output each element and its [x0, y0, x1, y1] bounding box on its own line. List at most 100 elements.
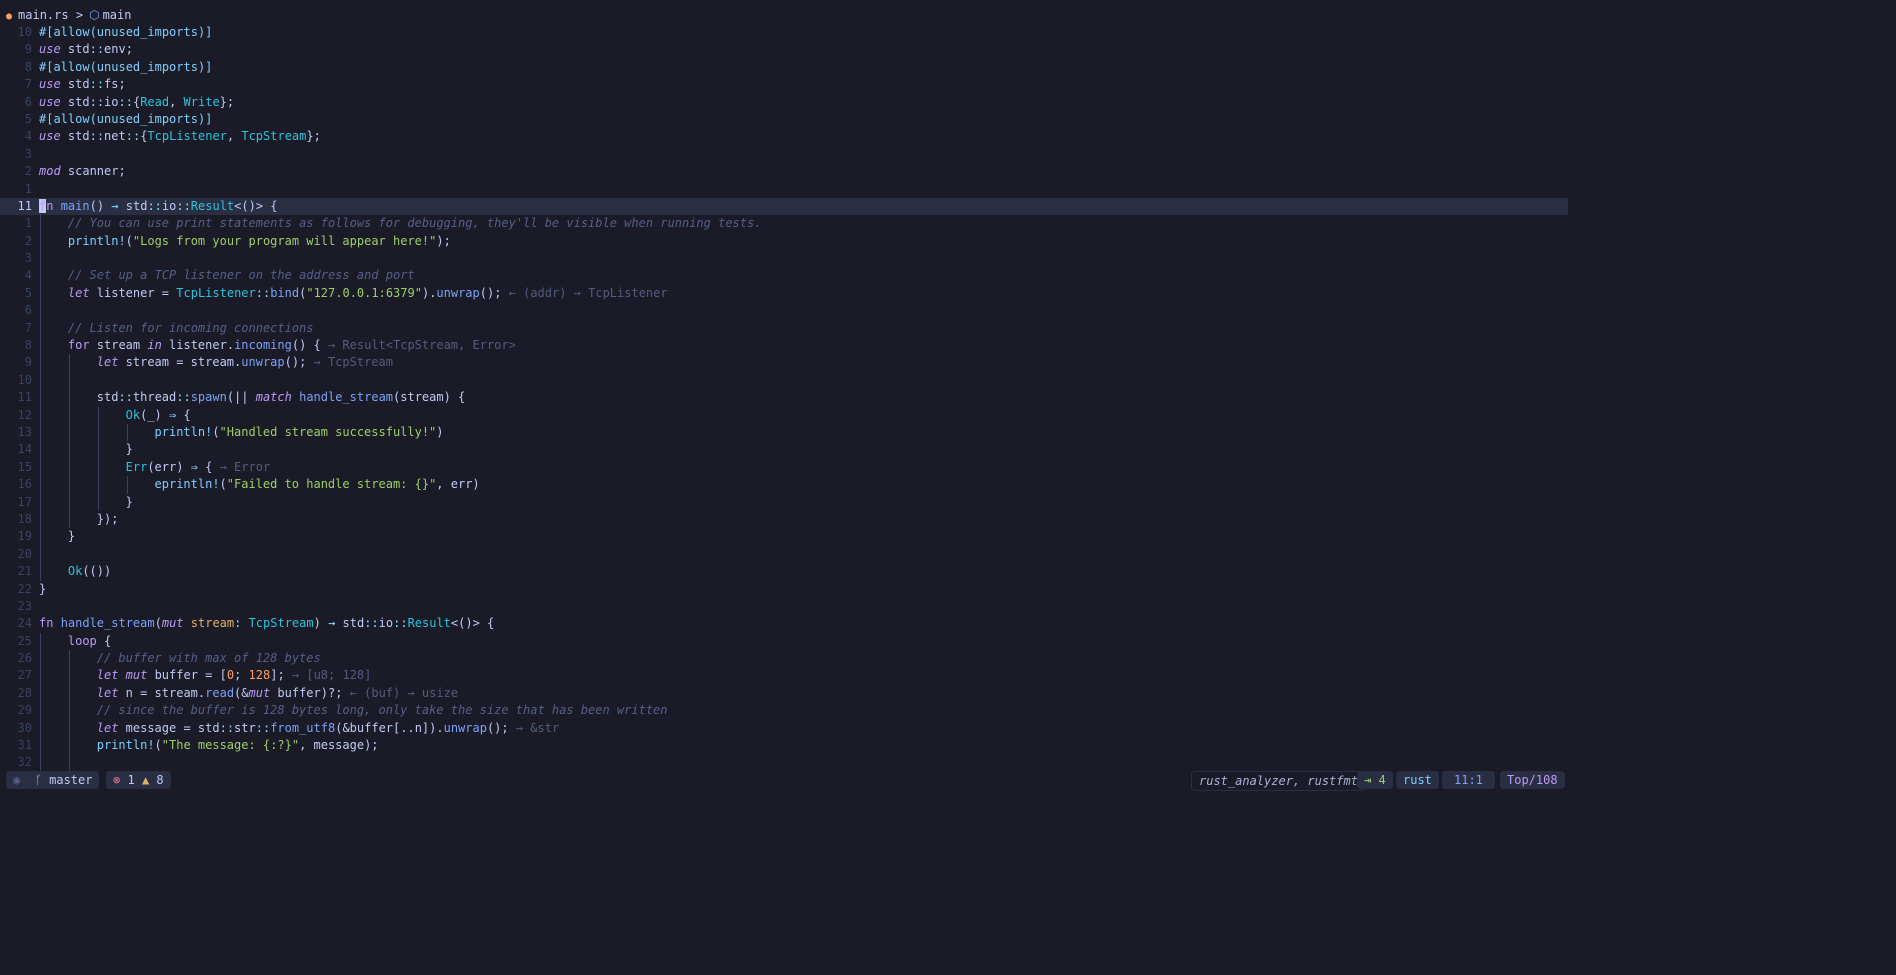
- language-segment[interactable]: rust: [1396, 771, 1439, 789]
- indent-guide: [68, 719, 70, 738]
- indent-segment[interactable]: ⇥ 4: [1357, 771, 1393, 789]
- line-number: 1: [24, 216, 32, 231]
- token-kw: let: [96, 668, 119, 683]
- code-line[interactable]: 2 println!("Logs from your program will a…: [0, 232, 1568, 251]
- code-line[interactable]: 28 let n = stream.read(&mut buffer)?; ← (…: [0, 684, 1568, 703]
- lsp-segment[interactable]: rust_analyzer, rustfmt: [1191, 771, 1366, 791]
- indent-guide: [97, 493, 99, 511]
- code-line[interactable]: 4 // Set up a TCP listener on the address…: [0, 267, 1568, 285]
- token-plain: ).: [421, 285, 437, 300]
- line-number: 10: [17, 25, 32, 39]
- token-op: ::: [393, 616, 408, 631]
- token-attr: #[allow(unused_imports)]: [39, 25, 213, 39]
- code-line[interactable]: 3: [0, 250, 1568, 268]
- code-line[interactable]: 5 #[allow(unused_imports)]: [0, 111, 1568, 128]
- code-line[interactable]: 8 #[allow(unused_imports)]: [0, 59, 1568, 76]
- code-line[interactable]: 1 // You can use print statements as foll…: [0, 215, 1568, 233]
- indent-guide: [68, 510, 70, 529]
- code-line[interactable]: 13 println!("Handled stream successfully!…: [0, 423, 1568, 442]
- token-kw: use: [39, 129, 61, 144]
- indent-guide: [40, 232, 41, 251]
- token-plain: scanner;: [60, 164, 126, 179]
- code-text: Ok(_) ⇒ {: [126, 407, 191, 424]
- code-line[interactable]: 1: [0, 181, 1568, 198]
- branch-segment[interactable]: ◉ ᚴ master: [6, 771, 100, 789]
- token-cm: // buffer with max of 128 bytes: [96, 651, 321, 666]
- indent-guide: [97, 406, 99, 424]
- code-line[interactable]: 22}: [0, 581, 1568, 598]
- code-line[interactable]: 18});: [0, 510, 1568, 529]
- indent-guide: [40, 545, 41, 564]
- code-line[interactable]: 21 Ok(()): [0, 563, 1568, 581]
- code-line[interactable]: 14}: [0, 441, 1568, 459]
- token-fn: handle_stream: [60, 616, 155, 631]
- token-ty: Result: [190, 198, 235, 213]
- code-line[interactable]: 10 #[allow(unused_imports)]: [0, 24, 1568, 41]
- code-line[interactable]: 7 // Listen for incoming connections: [0, 319, 1568, 338]
- code-line[interactable]: 7 use std::fs;: [0, 76, 1568, 93]
- breadcrumb-symbol[interactable]: main: [103, 8, 132, 22]
- code-line[interactable]: 30 let message = std::str::from_utf8(&buf…: [0, 719, 1568, 738]
- code-line[interactable]: 26 // buffer with max of 128 bytes: [0, 650, 1568, 668]
- code-text: std::thread::spawn(|| match handle_strea…: [97, 389, 466, 406]
- token-plain: };: [219, 94, 235, 109]
- token-fn: handle_stream: [299, 390, 394, 405]
- token-ty: TcpListener: [147, 129, 227, 144]
- token-fn: read: [205, 685, 235, 700]
- token-op: ::: [147, 198, 162, 213]
- line-number: 29: [17, 703, 32, 718]
- token-fn: main: [60, 198, 90, 213]
- code-text: let listener = TcpListener::bind("127.0.…: [68, 285, 668, 302]
- code-line[interactable]: 10: [0, 371, 1568, 390]
- code-editor[interactable]: 10 #[allow(unused_imports)]9 use std::env;…: [0, 24, 1568, 772]
- code-line[interactable]: 29 // since the buffer is 128 bytes long,…: [0, 702, 1568, 720]
- code-line[interactable]: 6 use std::io::{Read, Write};: [0, 94, 1568, 111]
- code-line[interactable]: 17}: [0, 493, 1568, 511]
- code-line[interactable]: 5 let listener = TcpListener::bind("127.0…: [0, 284, 1568, 303]
- error-count: 1: [127, 773, 135, 787]
- token-mac: eprintln!: [154, 477, 220, 492]
- code-line[interactable]: 15 Err(err) ⇒ { → Error: [0, 458, 1568, 477]
- code-line[interactable]: 12 Ok(_) ⇒ {: [0, 406, 1568, 424]
- token-plain: env;: [104, 42, 133, 57]
- token-op: ::: [176, 390, 191, 405]
- line-number: 24: [17, 616, 32, 631]
- token-plain: ];: [270, 668, 292, 683]
- code-text: fn main() → std::io::Result<()> {: [39, 198, 278, 215]
- code-line[interactable]: 27 let mut buffer = [0; 128]; → [u8; 128]: [0, 667, 1568, 685]
- code-line[interactable]: 31 println!("The message: {:?}", message)…: [0, 737, 1568, 755]
- breadcrumb-file[interactable]: main.rs: [18, 8, 69, 22]
- progress-segment[interactable]: Top/108: [1500, 771, 1565, 789]
- code-line[interactable]: 16 eprintln!("Failed to handle stream: {}…: [0, 476, 1568, 494]
- code-line[interactable]: 25 loop {: [0, 632, 1568, 651]
- code-line[interactable]: 3: [0, 146, 1568, 163]
- code-line[interactable]: 11 std::thread::spawn(|| match handle_str…: [0, 389, 1568, 407]
- code-line[interactable]: 11 fn main() → std::io::Result<()> {: [0, 197, 1568, 216]
- token-plain: std: [60, 94, 90, 109]
- code-line[interactable]: 2 mod scanner;: [0, 163, 1568, 180]
- code-line[interactable]: 4 use std::net::{TcpListener, TcpStream};: [0, 128, 1568, 145]
- code-line[interactable]: 23: [0, 598, 1568, 615]
- indent-guide: [40, 250, 41, 268]
- code-line[interactable]: 9 let stream = stream.unwrap(); → TcpStre…: [0, 354, 1568, 372]
- code-line[interactable]: 24 fn handle_stream(mut stream: TcpStream…: [0, 615, 1568, 632]
- indent-guide: [68, 737, 70, 755]
- code-line[interactable]: 9 use std::env;: [0, 41, 1568, 58]
- indent-guide: [68, 441, 70, 459]
- code-text: // You can use print statements as follo…: [68, 215, 762, 232]
- code-text: #[allow(unused_imports)]: [39, 24, 212, 41]
- indent-guide: [40, 284, 41, 303]
- position-segment[interactable]: 11:1: [1442, 771, 1495, 789]
- code-line[interactable]: 20: [0, 545, 1568, 564]
- token-fn: incoming: [234, 338, 292, 353]
- token-plain: listener =: [89, 285, 177, 300]
- code-line[interactable]: 19}: [0, 528, 1568, 546]
- token-plain: );: [436, 233, 451, 248]
- indent-guide: [68, 667, 70, 685]
- token-kw: let: [96, 355, 119, 370]
- code-line[interactable]: 8 for stream in listener.incoming() { → R…: [0, 337, 1568, 355]
- diagnostics-segment[interactable]: ⊗ 1 ▲ 8: [106, 771, 171, 789]
- code-line[interactable]: 6: [0, 302, 1568, 320]
- token-kw: let: [67, 285, 90, 300]
- token-plain: }: [125, 442, 133, 457]
